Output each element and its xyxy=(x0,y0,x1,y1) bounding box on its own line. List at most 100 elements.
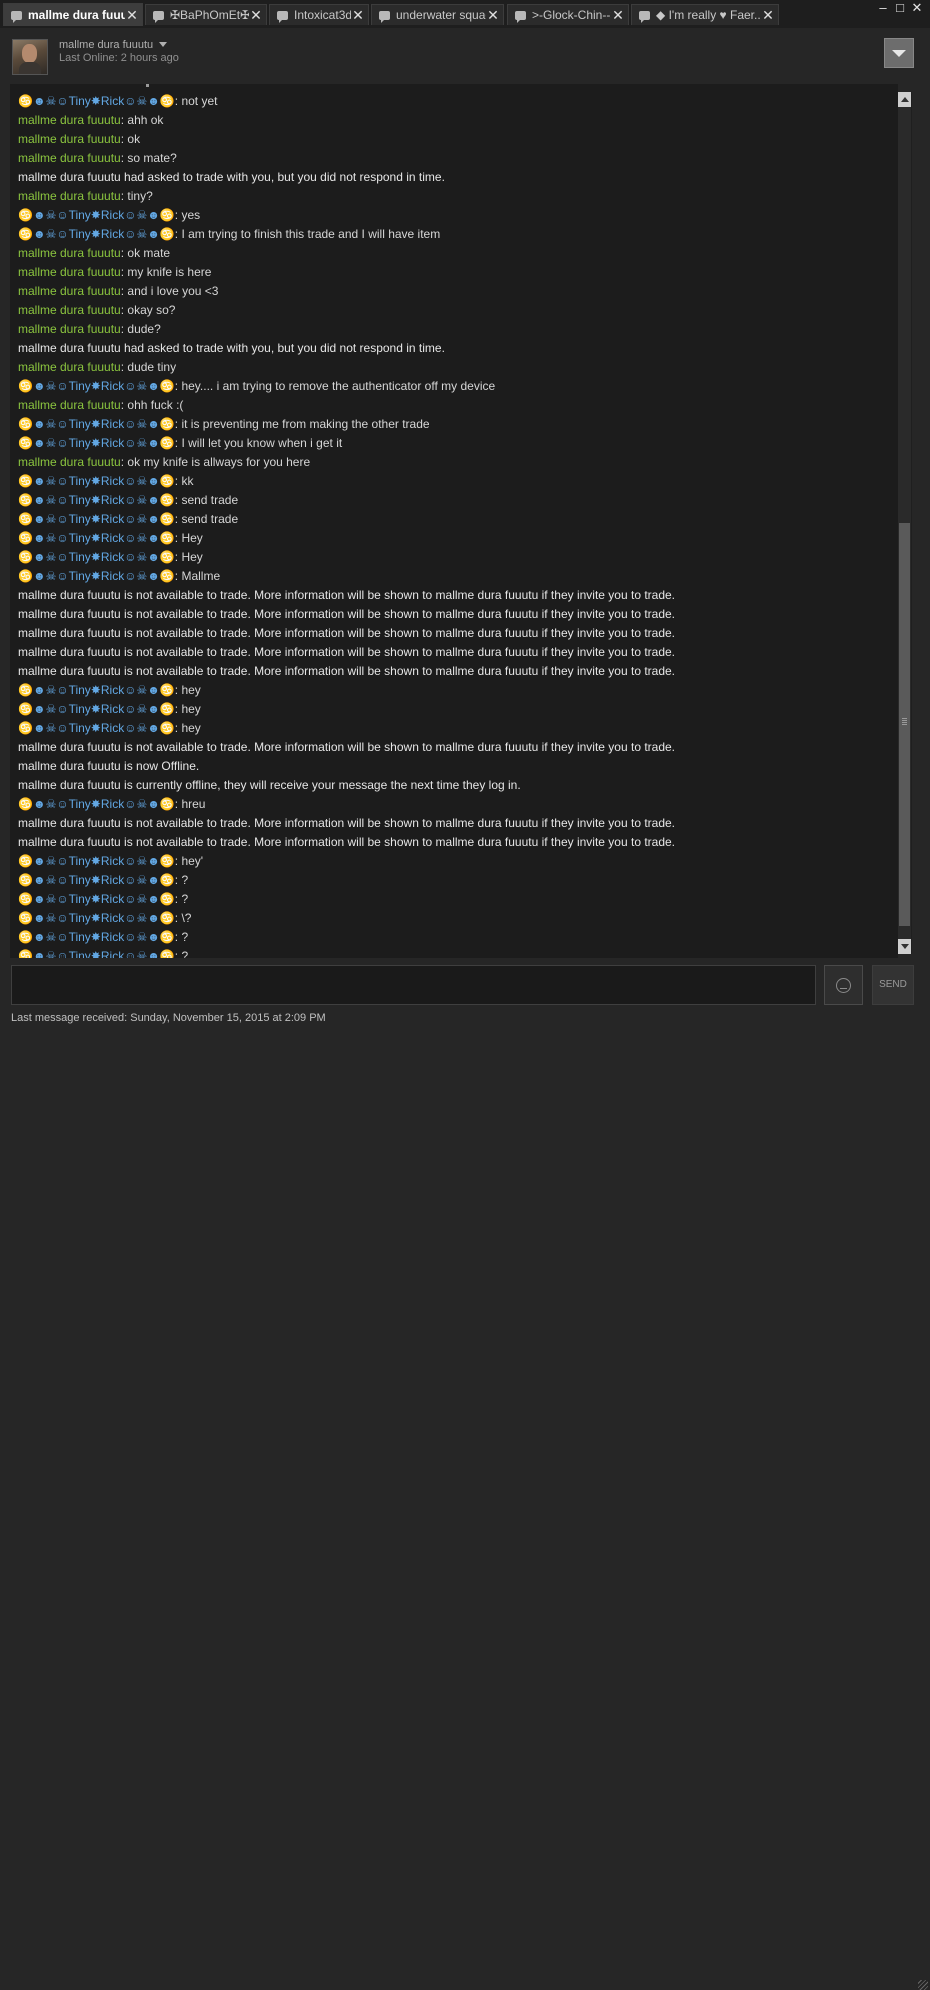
self-name[interactable]: ♋☻☠☺Tiny✸Rick☺☠☻♋ xyxy=(18,436,175,450)
chat-message: ♋☻☠☺Tiny✸Rick☺☠☻♋: Mallme xyxy=(18,567,675,586)
self-name[interactable]: ♋☻☠☺Tiny✸Rick☺☠☻♋ xyxy=(18,417,175,431)
self-name[interactable]: ♋☻☠☺Tiny✸Rick☺☠☻♋ xyxy=(18,379,175,393)
tab-close-icon[interactable]: ✕ xyxy=(611,7,625,24)
self-name[interactable]: ♋☻☠☺Tiny✸Rick☺☠☻♋ xyxy=(18,550,175,564)
self-name[interactable]: ♋☻☠☺Tiny✸Rick☺☠☻♋ xyxy=(18,474,175,488)
chat-message: mallme dura fuuutu: ok mate xyxy=(18,244,675,263)
message-text: mallme dura fuuutu is not available to t… xyxy=(18,588,676,602)
friend-name-link[interactable]: mallme dura fuuutu xyxy=(18,398,121,412)
self-name[interactable]: ♋☻☠☺Tiny✸Rick☺☠☻♋ xyxy=(18,911,175,925)
message-text: : ahh ok xyxy=(120,113,164,127)
last-message-received: Last message received: Sunday, November … xyxy=(11,1012,326,1024)
event-message: mallme dura fuuutu is not available to t… xyxy=(18,586,675,605)
friend-name-link[interactable]: mallme dura fuuutu xyxy=(18,132,121,146)
tab-chat[interactable]: Intoxicat3d ✕ xyxy=(269,4,369,25)
maximize-icon[interactable]: □ xyxy=(892,0,908,15)
message-text: : Hey xyxy=(174,550,203,564)
scroll-up-icon[interactable] xyxy=(898,92,911,107)
chat-message: mallme dura fuuutu: so mate? xyxy=(18,149,675,168)
tab-chat[interactable]: ◆ I'm really ♥ Faer... ✕ xyxy=(631,4,779,25)
chat-message: ♋☻☠☺Tiny✸Rick☺☠☻♋: hey xyxy=(18,700,675,719)
tab-chat[interactable]: mallme dura fuuutu ✕ xyxy=(3,3,143,26)
avatar[interactable] xyxy=(12,39,48,75)
self-name[interactable]: ♋☻☠☺Tiny✸Rick☺☠☻♋ xyxy=(18,94,175,108)
tab-chat[interactable]: ✠BaPhOmEt✠ ✕ xyxy=(145,4,267,25)
message-text: mallme dura fuuutu is not available to t… xyxy=(18,740,676,754)
self-name[interactable]: ♋☻☠☺Tiny✸Rick☺☠☻♋ xyxy=(18,683,175,697)
chat-message: ♋☻☠☺Tiny✸Rick☺☠☻♋: hey xyxy=(18,719,675,738)
self-name[interactable]: ♋☻☠☺Tiny✸Rick☺☠☻♋ xyxy=(18,569,175,583)
scroll-down-icon[interactable] xyxy=(898,939,911,954)
self-name[interactable]: ♋☻☠☺Tiny✸Rick☺☠☻♋ xyxy=(18,721,175,735)
self-name[interactable]: ♋☻☠☺Tiny✸Rick☺☠☻♋ xyxy=(18,493,175,507)
message-text: : ok mate xyxy=(120,246,171,260)
message-text: mallme dura fuuutu had asked to trade wi… xyxy=(18,170,445,184)
message-text: mallme dura fuuutu is currently offline,… xyxy=(18,778,521,792)
friend-name-link[interactable]: mallme dura fuuutu xyxy=(18,303,121,317)
friend-name-link[interactable]: mallme dura fuuutu xyxy=(18,455,121,469)
message-text: : I am trying to finish this trade and I… xyxy=(174,227,441,241)
chat-message: mallme dura fuuutu: my knife is here xyxy=(18,263,675,282)
emoticon-button[interactable] xyxy=(824,965,863,1005)
self-name[interactable]: ♋☻☠☺Tiny✸Rick☺☠☻♋ xyxy=(18,854,175,868)
self-name[interactable]: ♋☻☠☺Tiny✸Rick☺☠☻♋ xyxy=(18,949,175,958)
self-name[interactable]: ♋☻☠☺Tiny✸Rick☺☠☻♋ xyxy=(18,531,175,545)
message-text: : dude tiny xyxy=(120,360,177,374)
chat-message: ♋☻☠☺Tiny✸Rick☺☠☻♋: yes xyxy=(18,206,675,225)
friend-name-link[interactable]: mallme dura fuuutu xyxy=(18,265,121,279)
chat-message: mallme dura fuuutu: ok xyxy=(18,130,675,149)
friend-name-link[interactable]: mallme dura fuuutu xyxy=(18,284,121,298)
friend-name-link[interactable]: mallme dura fuuutu xyxy=(18,189,121,203)
send-button[interactable]: SEND xyxy=(872,965,914,1005)
friend-name-link[interactable]: mallme dura fuuutu xyxy=(18,113,121,127)
message-text: : dude? xyxy=(120,322,161,336)
chat-message: mallme dura fuuutu: tiny? xyxy=(18,187,675,206)
chat-message: ♋☻☠☺Tiny✸Rick☺☠☻♋: not yet xyxy=(18,92,675,111)
self-name[interactable]: ♋☻☠☺Tiny✸Rick☺☠☻♋ xyxy=(18,892,175,906)
self-name[interactable]: ♋☻☠☺Tiny✸Rick☺☠☻♋ xyxy=(18,512,175,526)
message-text: : hreu xyxy=(174,797,206,811)
friend-name-link[interactable]: mallme dura fuuutu xyxy=(18,322,121,336)
tab-close-icon[interactable]: ✕ xyxy=(761,7,775,24)
self-name[interactable]: ♋☻☠☺Tiny✸Rick☺☠☻♋ xyxy=(18,227,175,241)
self-name[interactable]: ♋☻☠☺Tiny✸Rick☺☠☻♋ xyxy=(18,208,175,222)
chat-scrollbar[interactable] xyxy=(898,92,912,954)
clipped-line xyxy=(146,84,149,87)
friend-name-link[interactable]: mallme dura fuuutu xyxy=(18,246,121,260)
chat-message: ♋☻☠☺Tiny✸Rick☺☠☻♋: kk xyxy=(18,472,675,491)
tab-chat[interactable]: >-Glock-Chin--> ✕ xyxy=(507,4,629,25)
chat-message: ♋☻☠☺Tiny✸Rick☺☠☻♋: ? xyxy=(18,871,675,890)
tab-label: Intoxicat3d xyxy=(294,8,351,22)
scroll-track[interactable] xyxy=(898,107,911,939)
tab-chat[interactable]: underwater squad ✕ xyxy=(371,4,504,25)
message-input[interactable] xyxy=(11,965,816,1005)
self-name[interactable]: ♋☻☠☺Tiny✸Rick☺☠☻♋ xyxy=(18,873,175,887)
chat-message: ♋☻☠☺Tiny✸Rick☺☠☻♋: Hey xyxy=(18,529,675,548)
tab-close-icon[interactable]: ✕ xyxy=(125,7,139,24)
friend-name[interactable]: mallme dura fuuutu xyxy=(59,39,153,51)
message-text: : kk xyxy=(174,474,194,488)
tab-close-icon[interactable]: ✕ xyxy=(351,7,365,24)
chat-message: ♋☻☠☺Tiny✸Rick☺☠☻♋: \? xyxy=(18,909,675,928)
self-name[interactable]: ♋☻☠☺Tiny✸Rick☺☠☻♋ xyxy=(18,797,175,811)
self-name[interactable]: ♋☻☠☺Tiny✸Rick☺☠☻♋ xyxy=(18,702,175,716)
chat-message: ♋☻☠☺Tiny✸Rick☺☠☻♋: ? xyxy=(18,928,675,947)
chevron-down-icon[interactable] xyxy=(159,42,167,47)
tab-close-icon[interactable]: ✕ xyxy=(249,7,263,24)
tab-close-icon[interactable]: ✕ xyxy=(486,7,500,24)
minimize-icon[interactable]: – xyxy=(875,0,891,15)
close-window-icon[interactable]: ✕ xyxy=(909,0,925,16)
chat-menu-button[interactable] xyxy=(884,38,914,68)
message-text: : not yet xyxy=(174,94,218,108)
chat-message: mallme dura fuuutu: ohh fuck :( xyxy=(18,396,675,415)
scroll-thumb[interactable] xyxy=(899,523,910,926)
last-online-status: Last Online: 2 hours ago xyxy=(59,52,179,64)
resize-grip-icon[interactable] xyxy=(918,1980,928,1990)
message-text: : hey xyxy=(174,702,201,716)
chat-message: mallme dura fuuutu: dude tiny xyxy=(18,358,675,377)
friend-name-link[interactable]: mallme dura fuuutu xyxy=(18,151,121,165)
self-name[interactable]: ♋☻☠☺Tiny✸Rick☺☠☻♋ xyxy=(18,930,175,944)
chat-bubble-icon xyxy=(11,10,22,23)
chat-message: ♋☻☠☺Tiny✸Rick☺☠☻♋: I am trying to finish… xyxy=(18,225,675,244)
friend-name-link[interactable]: mallme dura fuuutu xyxy=(18,360,121,374)
